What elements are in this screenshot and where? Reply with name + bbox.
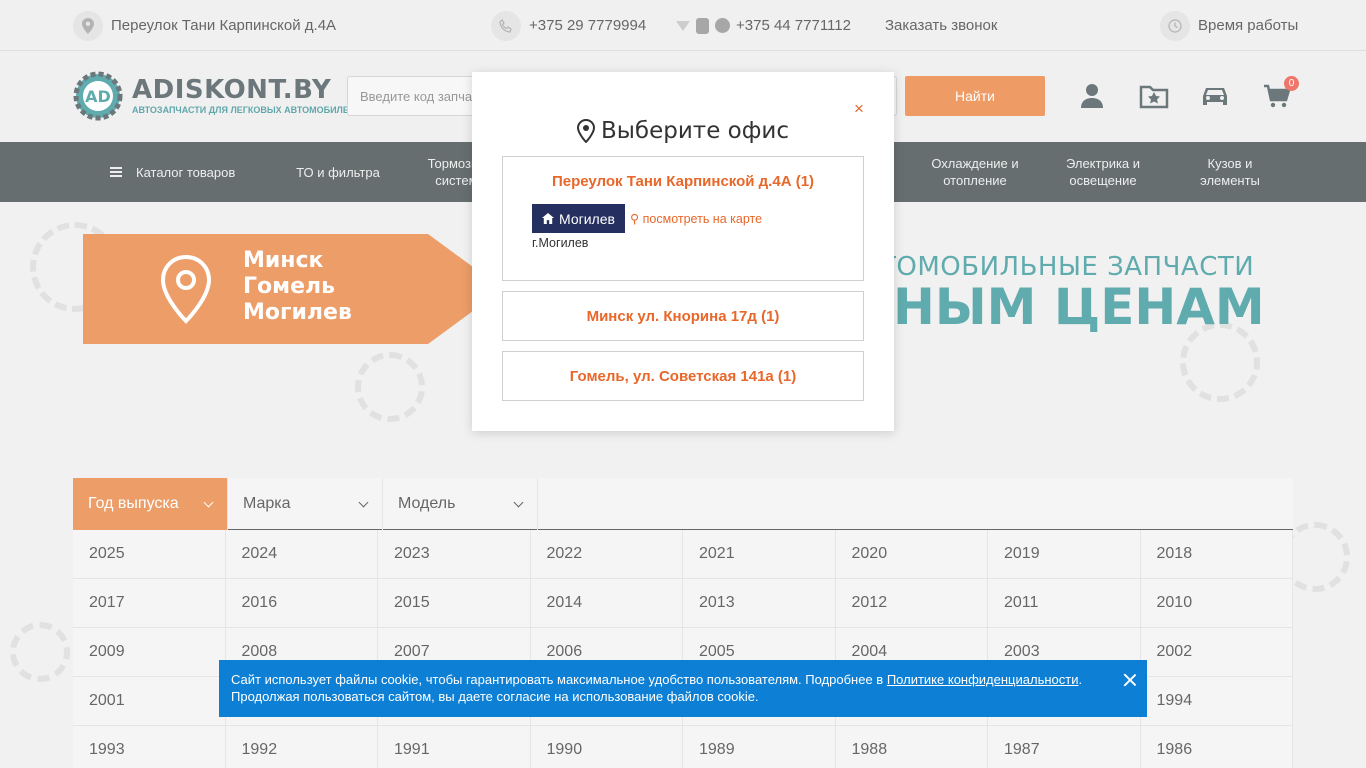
office-card-2[interactable]: Минск ул. Кнорина 17д (1) (502, 291, 864, 341)
office-card-1[interactable]: Переулок Тани Карпинской д.4А (1) Могиле… (502, 156, 864, 281)
privacy-policy-link[interactable]: Политике конфиденциальности (887, 672, 1079, 687)
cookie-banner: Сайт использует файлы cookie, чтобы гара… (219, 660, 1147, 717)
modal-title: Выберите офис (472, 118, 894, 144)
modal-title-text: Выберите офис (600, 118, 789, 144)
cookie-text-end: . (1078, 672, 1083, 687)
office-name[interactable]: Гомель, ул. Советская 141а (1) (570, 368, 797, 385)
office-name[interactable]: Переулок Тани Карпинской д.4А (1) (503, 173, 863, 190)
map-link-label: посмотреть на карте (642, 212, 763, 226)
office-address: г.Могилев (532, 236, 589, 250)
city-badge-label: Могилев (559, 210, 615, 227)
office-name[interactable]: Минск ул. Кнорина 17д (1) (587, 308, 780, 325)
map-link[interactable]: ⚲ посмотреть на карте (630, 211, 762, 226)
map-marker-icon (576, 119, 595, 143)
map-pin-icon: ⚲ (630, 212, 643, 226)
cookie-consent-text: Продолжая пользоваться сайтом, вы даете … (231, 689, 759, 704)
close-icon[interactable]: × (851, 99, 867, 119)
home-icon (542, 213, 554, 224)
city-badge: Могилев (532, 204, 625, 233)
close-icon[interactable] (1122, 672, 1138, 688)
cookie-text: Сайт использует файлы cookie, чтобы гара… (231, 672, 887, 687)
office-select-modal: × Выберите офис Переулок Тани Карпинской… (472, 72, 894, 431)
office-card-3[interactable]: Гомель, ул. Советская 141а (1) (502, 351, 864, 401)
